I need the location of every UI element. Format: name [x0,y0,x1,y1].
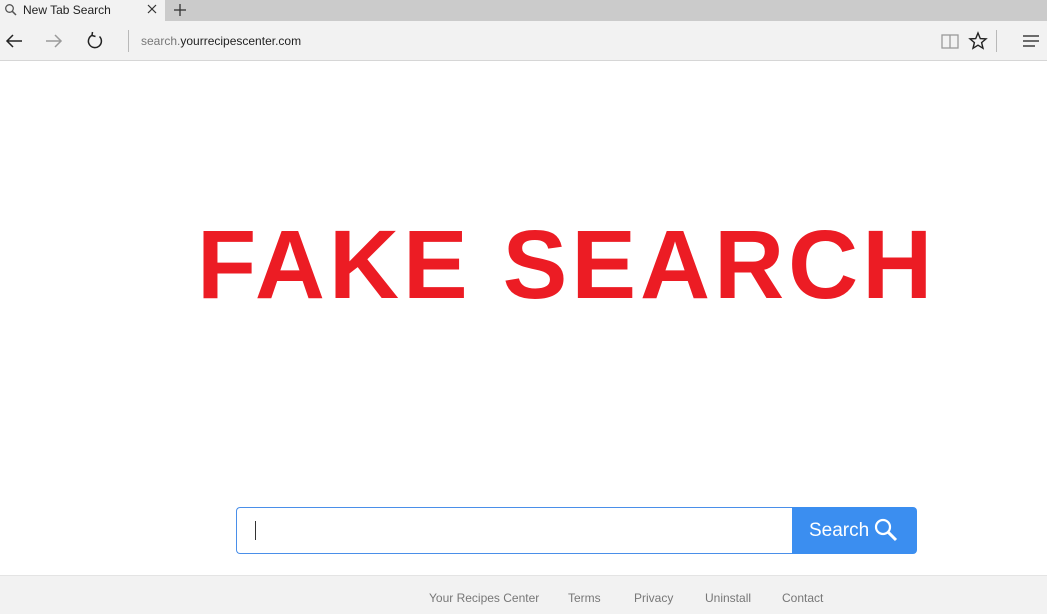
search-button-label: Search [809,519,870,541]
magnifier-icon [873,517,899,543]
footer-link-uninstall[interactable]: Uninstall [705,591,751,605]
close-icon[interactable] [145,2,159,16]
refresh-icon[interactable] [84,30,106,52]
star-icon[interactable] [967,30,989,52]
fake-search-headline: FAKE SEARCH [197,210,937,319]
divider [128,30,129,52]
tab-new-tab-search[interactable]: New Tab Search [0,0,165,21]
book-icon[interactable] [939,30,961,52]
text-caret [255,521,256,540]
divider [996,30,997,52]
footer: Your Recipes Center Terms Privacy Uninst… [0,575,1047,614]
search-icon [4,3,18,17]
footer-link-contact[interactable]: Contact [782,591,823,605]
footer-link-your-recipes-center[interactable]: Your Recipes Center [429,591,539,605]
navigation-bar: search.yourrecipescenter.com [0,21,1047,61]
tab-title: New Tab Search [23,3,111,17]
footer-link-terms[interactable]: Terms [568,591,601,605]
url-subdomain: search. [141,34,181,48]
footer-link-privacy[interactable]: Privacy [634,591,673,605]
url-domain: yourrecipescenter.com [180,34,302,48]
arrow-right-icon[interactable] [43,30,65,52]
tab-strip: New Tab Search [0,0,1047,21]
arrow-left-icon[interactable] [3,30,25,52]
search-box: Search [236,507,917,554]
plus-icon[interactable] [171,1,189,19]
search-input[interactable] [236,507,794,554]
address-bar[interactable]: search.yourrecipescenter.com [141,34,301,48]
hamburger-icon[interactable] [1020,30,1042,52]
